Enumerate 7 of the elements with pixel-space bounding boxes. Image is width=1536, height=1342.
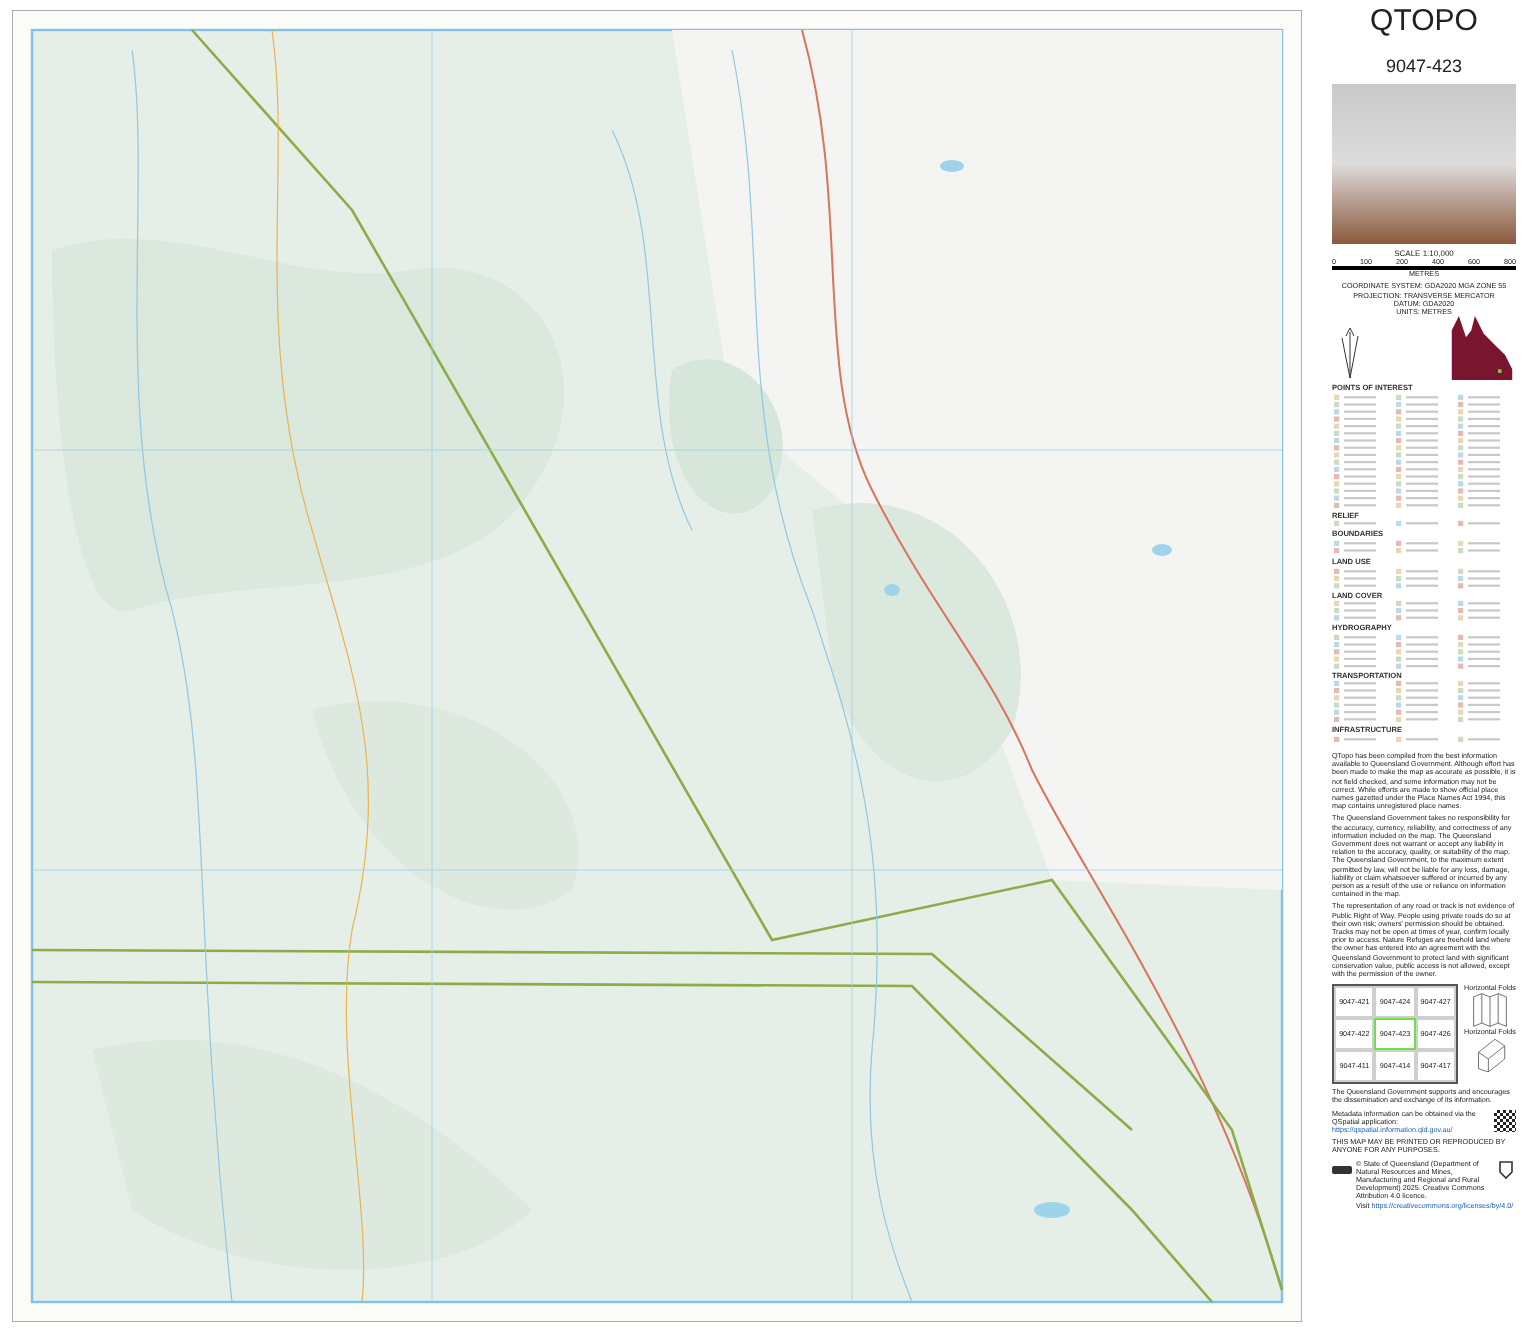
map-title: QTOPO <box>1368 4 1480 40</box>
folded-map-drawing <box>1471 992 1508 1029</box>
sheet-number: 9047-423 <box>1383 56 1465 78</box>
creative-commons-icon <box>1332 1165 1352 1174</box>
coat-of-arms-icon <box>1496 1159 1516 1180</box>
qr-code-icon <box>1494 1109 1516 1132</box>
queensland-location-map-icon <box>1448 316 1516 381</box>
